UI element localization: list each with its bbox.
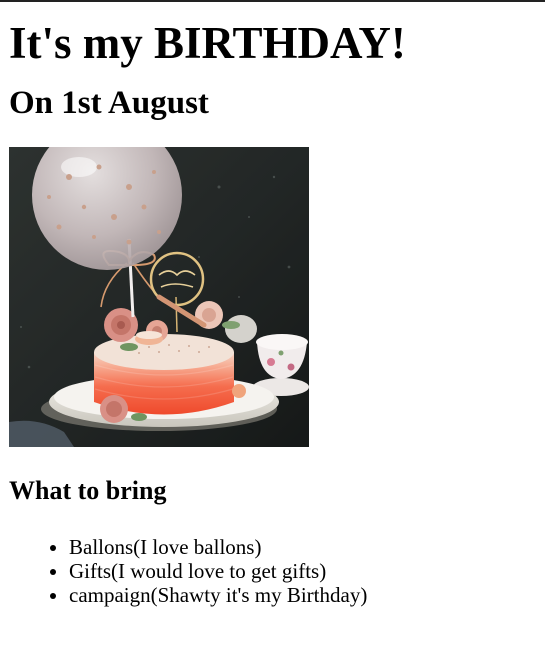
birthday-cake-image — [9, 147, 309, 447]
list-item: Ballons(I love ballons) — [69, 535, 539, 559]
list-item: Gifts(I would love to get gifts) — [69, 559, 539, 583]
page-title: It's my BIRTHDAY! — [9, 18, 406, 68]
list-item: campaign(Shawty it's my Birthday) — [69, 583, 539, 607]
event-date-heading: On 1st August — [9, 85, 209, 121]
page-content: It's my BIRTHDAY! On 1st August What to … — [9, 0, 539, 607]
what-to-bring-heading: What to bring — [9, 476, 167, 505]
bring-list: Ballons(I love ballons) Gifts(I would lo… — [9, 535, 539, 607]
